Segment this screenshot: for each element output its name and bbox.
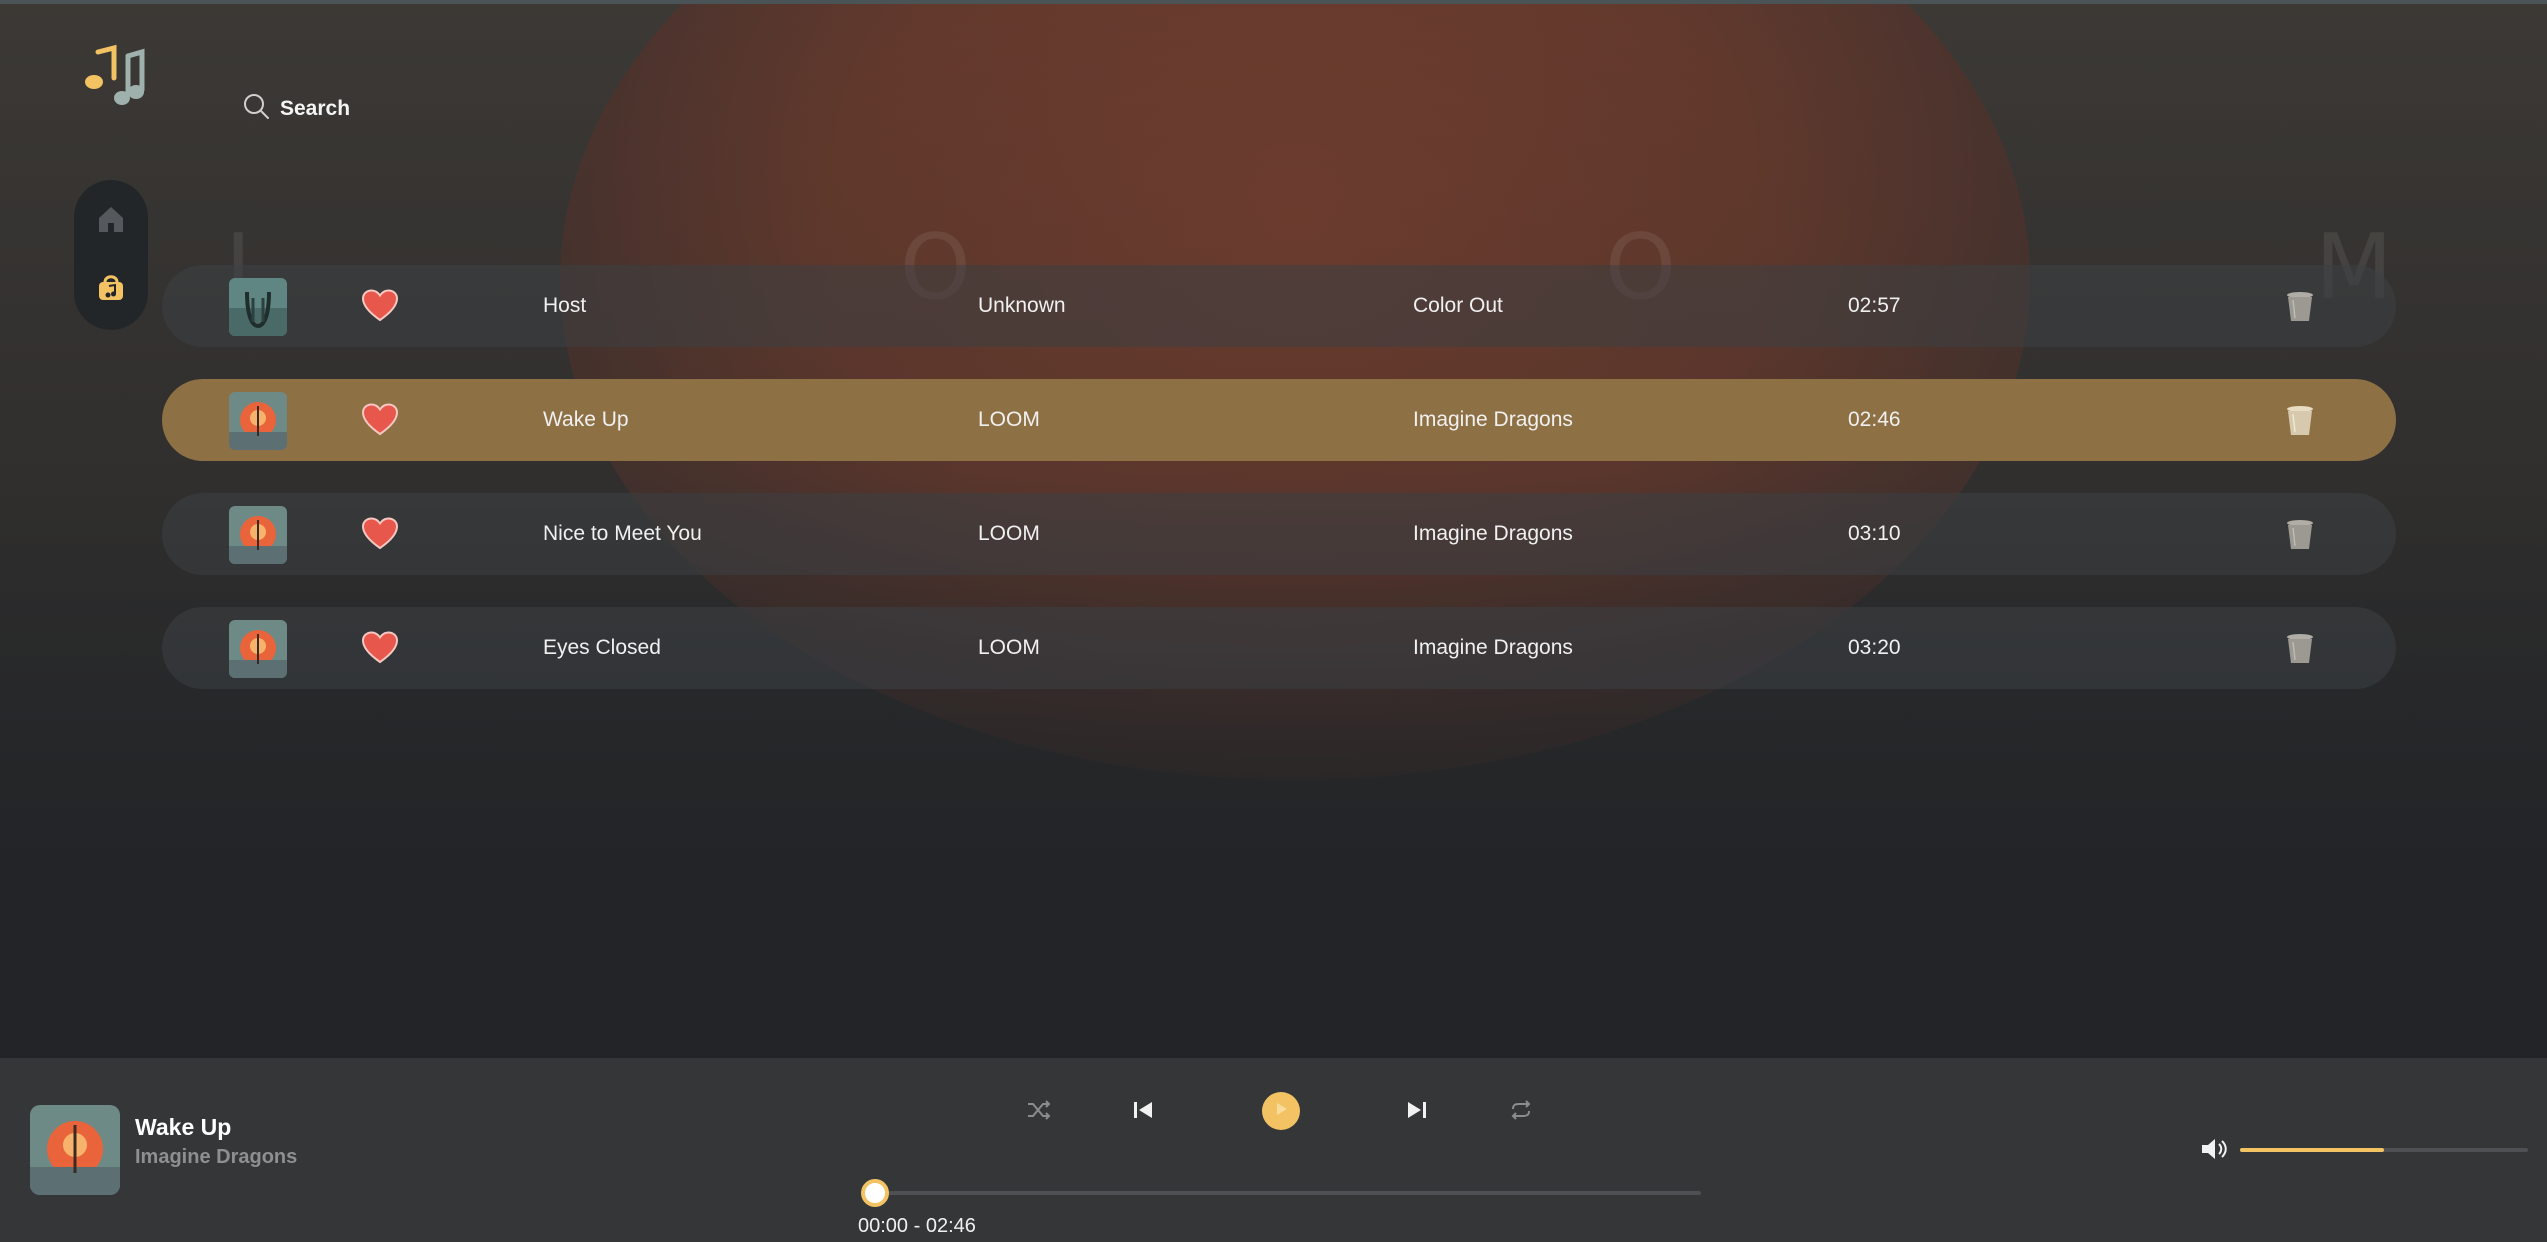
search-icon xyxy=(242,92,270,125)
playback-time: 00:00 - 02:46 xyxy=(858,1215,976,1237)
volume-icon xyxy=(2200,1139,2230,1166)
previous-button[interactable] xyxy=(1128,1099,1158,1125)
album-art-thumbnail xyxy=(229,278,287,336)
album-art-thumbnail xyxy=(229,392,287,450)
now-playing-artist: Imagine Dragons xyxy=(135,1146,298,1168)
music-notes-icon xyxy=(84,44,146,110)
volume-button[interactable] xyxy=(2200,1136,2230,1162)
track-album: Unknown xyxy=(978,294,1066,317)
track-row[interactable]: Wake Up LOOM Imagine Dragons 02:46 xyxy=(162,379,2396,461)
play-button[interactable] xyxy=(1262,1092,1300,1130)
heart-icon[interactable] xyxy=(361,517,399,551)
trash-icon[interactable] xyxy=(2285,519,2315,551)
track-title: Host xyxy=(543,294,587,317)
side-nav xyxy=(74,180,148,330)
track-duration: 02:57 xyxy=(1848,294,1901,317)
track-duration: 03:20 xyxy=(1848,636,1901,659)
heart-icon[interactable] xyxy=(361,631,399,665)
music-bag-icon xyxy=(96,272,126,307)
track-title: Nice to Meet You xyxy=(543,522,702,545)
now-playing-album-art xyxy=(30,1105,120,1195)
next-button[interactable] xyxy=(1402,1099,1432,1125)
seek-bar[interactable] xyxy=(875,1191,1701,1195)
track-row[interactable]: Host Unknown Color Out 02:57 xyxy=(162,265,2396,347)
search-box[interactable]: Search xyxy=(242,92,350,125)
album-art-thumbnail xyxy=(229,620,287,678)
nav-item-library[interactable] xyxy=(91,269,131,309)
volume-slider-fill xyxy=(2240,1148,2384,1152)
play-icon xyxy=(1273,1101,1289,1122)
track-row[interactable]: Eyes Closed LOOM Imagine Dragons 03:20 xyxy=(162,607,2396,689)
track-duration: 03:10 xyxy=(1848,522,1901,545)
player-bar xyxy=(0,1058,2547,1242)
heart-icon[interactable] xyxy=(361,289,399,323)
skip-previous-icon xyxy=(1132,1100,1154,1125)
track-artist: Imagine Dragons xyxy=(1413,636,1573,659)
track-title: Wake Up xyxy=(543,408,629,431)
trash-icon[interactable] xyxy=(2285,633,2315,665)
track-artist: Imagine Dragons xyxy=(1413,408,1573,431)
search-label: Search xyxy=(280,96,351,120)
seek-handle[interactable] xyxy=(861,1179,889,1207)
skip-next-icon xyxy=(1406,1100,1428,1125)
trash-icon[interactable] xyxy=(2285,405,2315,437)
track-album: LOOM xyxy=(978,408,1040,431)
album-art-thumbnail xyxy=(229,506,287,564)
trash-icon[interactable] xyxy=(2285,291,2315,323)
track-row[interactable]: Nice to Meet You LOOM Imagine Dragons 03… xyxy=(162,493,2396,575)
repeat-icon xyxy=(1509,1099,1533,1125)
home-icon xyxy=(96,205,126,238)
window-top-border xyxy=(0,0,2547,4)
repeat-button[interactable] xyxy=(1506,1099,1536,1125)
track-artist: Color Out xyxy=(1413,294,1503,317)
now-playing-title: Wake Up xyxy=(135,1114,232,1140)
shuffle-button[interactable] xyxy=(1024,1099,1054,1125)
heart-icon[interactable] xyxy=(361,403,399,437)
track-album: LOOM xyxy=(978,522,1040,545)
nav-item-home[interactable] xyxy=(91,201,131,241)
track-artist: Imagine Dragons xyxy=(1413,522,1573,545)
track-duration: 02:46 xyxy=(1848,408,1901,431)
track-title: Eyes Closed xyxy=(543,636,661,659)
shuffle-icon xyxy=(1027,1099,1051,1125)
volume-slider[interactable] xyxy=(2240,1148,2528,1152)
track-album: LOOM xyxy=(978,636,1040,659)
